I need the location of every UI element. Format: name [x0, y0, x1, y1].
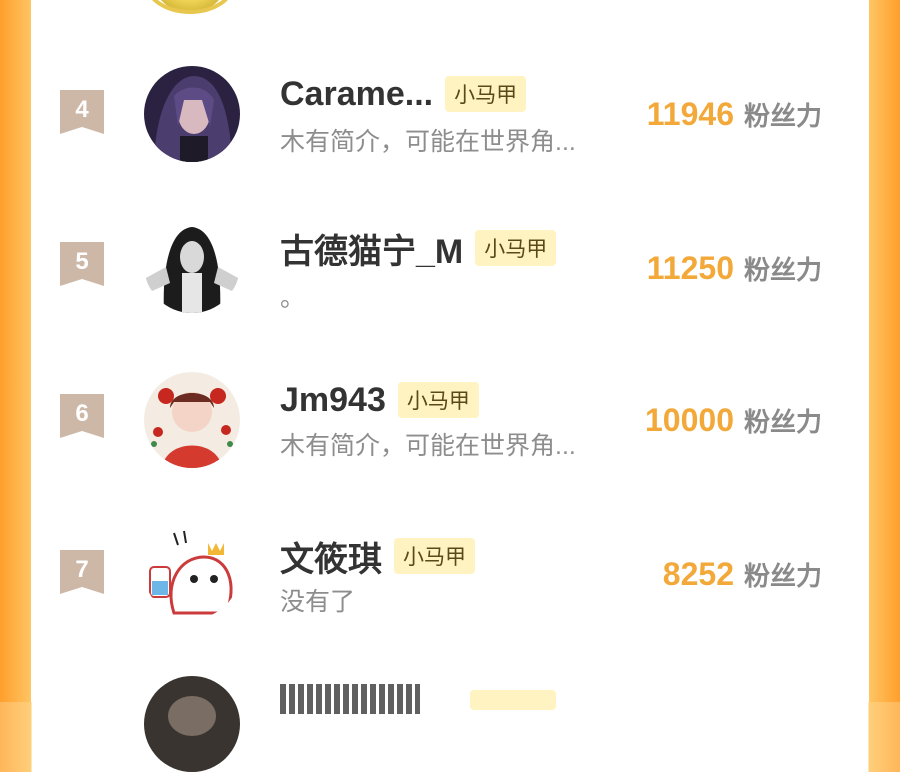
name-line: Jm943 小马甲 — [280, 380, 479, 420]
score-value: 11250 — [646, 250, 734, 286]
fan-score: 8252 粉丝力 — [663, 556, 822, 593]
score-unit: 粉丝力 — [743, 101, 822, 131]
name-line: 古德猫宁_M 小马甲 — [280, 228, 557, 271]
score-value: 11946 — [646, 96, 734, 132]
user-bio: 木有简介，可能在世界角... — [280, 432, 576, 460]
list-item[interactable]: 7 文筱琪 小马甲 没有了 8252 粉丝力 — [0, 498, 900, 648]
rank-ribbon: 7 — [60, 550, 104, 594]
status-badge: 小马甲 — [445, 76, 527, 112]
list-item[interactable]: 4 Carame... 小马甲 木有简介，可能在世界角... 11946 粉丝力 — [0, 38, 900, 188]
avatar[interactable] — [144, 523, 240, 619]
avatar-partial-bottom — [144, 676, 240, 772]
avatar[interactable] — [144, 66, 240, 162]
avatar[interactable] — [144, 217, 240, 313]
score-value: 10000 — [645, 402, 734, 438]
list-item[interactable]: 5 古德猫宁_M 小马甲 。 11250 粉丝力 — [0, 192, 900, 342]
user-bio: 木有简介，可能在世界角... — [280, 128, 576, 156]
rank-ribbon: 4 — [60, 90, 104, 134]
status-badge-partial — [470, 690, 556, 710]
user-name[interactable]: Jm943 — [280, 381, 386, 420]
status-badge: 小马甲 — [394, 538, 475, 574]
user-bio: 没有了 — [280, 588, 356, 616]
fan-score: 11946 粉丝力 — [647, 96, 822, 133]
user-name[interactable]: 古德猫宁_M — [280, 224, 463, 273]
score-unit: 粉丝力 — [743, 407, 822, 437]
status-badge: 小马甲 — [397, 382, 479, 418]
rank-ribbon: 5 — [60, 242, 104, 286]
user-name-partial — [280, 684, 420, 714]
score-unit: 粉丝力 — [743, 561, 822, 591]
rank-ribbon: 6 — [60, 394, 104, 438]
fan-score: 11250 粉丝力 — [647, 250, 822, 287]
user-name[interactable]: Carame... — [280, 75, 433, 114]
user-name[interactable]: 文筱琪 — [280, 532, 382, 581]
user-bio: 。 — [280, 284, 306, 312]
status-badge: 小马甲 — [475, 230, 557, 266]
avatar[interactable] — [144, 372, 240, 468]
score-value: 8252 — [662, 556, 734, 592]
score-unit: 粉丝力 — [743, 255, 822, 285]
fan-score: 10000 粉丝力 — [645, 402, 822, 439]
name-line: 文筱琪 小马甲 — [280, 536, 475, 579]
name-line: Carame... 小马甲 — [280, 74, 527, 114]
list-item[interactable]: 6 Jm943 小马甲 木有简介，可能在世界角... 10000 粉丝力 — [0, 344, 900, 494]
